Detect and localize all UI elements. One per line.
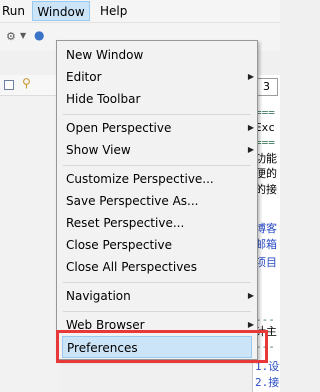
menu-item-reset-perspective[interactable]: Reset Perspective... xyxy=(66,212,248,234)
submenu-arrow-icon: ▶ xyxy=(247,291,254,300)
menu-item-open-perspective[interactable]: Open Perspective ▶ xyxy=(66,117,254,139)
editor-line: 功能 xyxy=(255,152,277,165)
package-explorer-icon[interactable] xyxy=(4,80,14,90)
window-menu-dropdown: New Window Editor ▶ Hide Toolbar Open Per… xyxy=(56,40,258,360)
editor-line: Exc xyxy=(255,121,275,134)
menu-separator xyxy=(63,165,251,166)
menu-item-navigation[interactable]: Navigation ▶ xyxy=(66,285,254,307)
menu-item-label: Open Perspective xyxy=(66,121,172,135)
editor-line: 便的 xyxy=(255,167,277,180)
menu-item-show-view[interactable]: Show View ▶ xyxy=(66,139,254,161)
menu-item-save-perspective-as[interactable]: Save Perspective As... xyxy=(66,190,248,212)
menu-separator xyxy=(63,311,251,312)
menu-window[interactable]: Window xyxy=(32,1,90,21)
editor-line: 的接 xyxy=(255,183,277,196)
menu-item-label: Show View xyxy=(66,143,131,157)
menu-item-label: Save Perspective As... xyxy=(66,194,199,208)
menu-separator xyxy=(63,114,251,115)
menu-item-close-all-perspectives[interactable]: Close All Perspectives xyxy=(66,256,248,278)
globe-icon[interactable]: ● xyxy=(34,28,44,42)
menu-item-label: Customize Perspective... xyxy=(66,172,214,186)
menu-item-editor[interactable]: Editor ▶ xyxy=(66,66,254,88)
toolbar-tool-icon[interactable]: ⚙ xyxy=(6,30,16,43)
editor-line: === xyxy=(255,106,275,119)
menu-item-label: Editor xyxy=(66,70,102,84)
menu-item-hide-toolbar[interactable]: Hide Toolbar xyxy=(66,88,248,110)
menu-item-label: Hide Toolbar xyxy=(66,92,141,106)
menu-item-new-window[interactable]: New Window xyxy=(66,44,248,66)
editor-line: === xyxy=(255,136,275,149)
editor-line: 邮箱 xyxy=(255,238,277,251)
editor-line: 2.接口 xyxy=(255,376,280,389)
menu-item-close-perspective[interactable]: Close Perspective xyxy=(66,234,248,256)
submenu-arrow-icon: ▶ xyxy=(247,145,254,154)
menu-item-label: New Window xyxy=(66,48,144,62)
dropdown-arrow-icon[interactable]: ▼ xyxy=(20,31,26,40)
folder-icon[interactable]: ⚲ xyxy=(22,76,31,90)
menu-item-label: Navigation xyxy=(66,289,131,303)
editor-tab[interactable]: 3 xyxy=(256,78,278,96)
editor-line: 博客 xyxy=(255,222,277,235)
highlight-box xyxy=(56,330,268,363)
menu-run[interactable]: Run xyxy=(2,2,25,20)
menu-item-customize-perspective[interactable]: Customize Perspective... xyxy=(66,168,248,190)
submenu-arrow-icon: ▶ xyxy=(247,123,254,132)
editor-line: 项目 xyxy=(255,256,277,269)
menu-item-label: Reset Perspective... xyxy=(66,216,185,230)
package-explorer-panel xyxy=(0,75,60,392)
menu-item-label: Close Perspective xyxy=(66,238,173,252)
menu-item-label: Close All Perspectives xyxy=(66,260,197,274)
menu-help[interactable]: Help xyxy=(100,2,127,20)
menu-separator xyxy=(63,282,251,283)
submenu-arrow-icon: ▶ xyxy=(247,72,254,81)
menu-bar: Run Window Help xyxy=(0,0,280,23)
